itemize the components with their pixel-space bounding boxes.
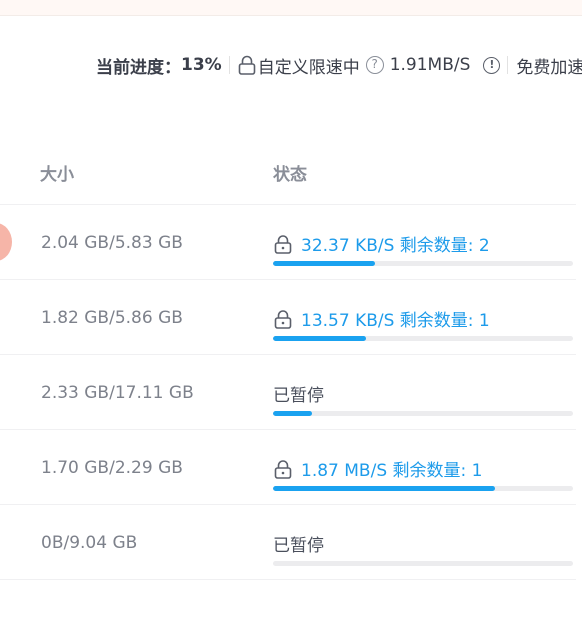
speed-limit-mode[interactable]: 自定义限速中 [258,53,360,78]
progress-fill [273,261,375,266]
current-speed: 1.91MB/S [389,55,471,75]
progress-track [273,486,573,491]
task-status: 已暂停 [273,381,324,406]
table-row[interactable]: 2.04 GB/5.83 GB 32.37 KB/S 剩余数量: 2 [0,204,576,280]
lock-icon[interactable] [273,309,293,329]
table-row[interactable]: 2.33 GB/17.11 GB 已暂停 [0,354,576,430]
progress-track [273,561,573,566]
divider [0,579,576,580]
progress-fill [273,336,366,341]
file-size: 1.70 GB/2.29 GB [41,458,183,478]
progress-value: 13% [181,55,222,75]
progress-label: 当前进度： [96,57,181,78]
info-icon[interactable]: ! [483,56,501,74]
task-status: 已暂停 [273,531,324,556]
column-header-size[interactable]: 大小 [40,160,74,185]
lock-icon[interactable] [273,234,293,254]
divider [228,56,230,74]
column-header-status[interactable]: 状态 [273,160,307,185]
lock-icon[interactable] [238,55,256,75]
file-size: 2.04 GB/5.83 GB [41,233,183,253]
task-status: 1.87 MB/S 剩余数量: 1 [273,456,482,481]
table-header: 大小 状态 [0,150,582,190]
task-status: 32.37 KB/S 剩余数量: 2 [273,231,490,256]
divider [507,56,509,74]
top-banner-strip [0,0,582,16]
status-text: 13.57 KB/S 剩余数量: 1 [301,311,490,331]
progress-track [273,336,573,341]
progress-fill [273,486,495,491]
overall-progress-bar: 当前进度： 13% 自定义限速中 ? 1.91MB/S ! 免费加速 [96,50,582,80]
table-row[interactable]: 0B/9.04 GB 已暂停 [0,504,576,580]
status-text: 1.87 MB/S 剩余数量: 1 [301,461,483,481]
progress-fill [273,411,312,416]
progress-track [273,261,573,266]
task-status: 13.57 KB/S 剩余数量: 1 [273,306,490,331]
status-text: 已暂停 [273,536,324,556]
file-size: 2.33 GB/17.11 GB [41,383,194,403]
help-icon[interactable]: ? [365,56,384,74]
table-row[interactable]: 1.70 GB/2.29 GB 1.87 MB/S 剩余数量: 1 [0,429,576,505]
status-text: 已暂停 [273,386,324,406]
free-speedup-link[interactable]: 免费加速 [516,53,582,78]
lock-icon[interactable] [273,459,293,479]
file-size: 1.82 GB/5.86 GB [41,308,183,328]
table-row[interactable]: 1.82 GB/5.86 GB 13.57 KB/S 剩余数量: 1 [0,279,576,355]
status-text: 32.37 KB/S 剩余数量: 2 [301,236,490,256]
file-size: 0B/9.04 GB [41,533,138,553]
progress-track [273,411,573,416]
